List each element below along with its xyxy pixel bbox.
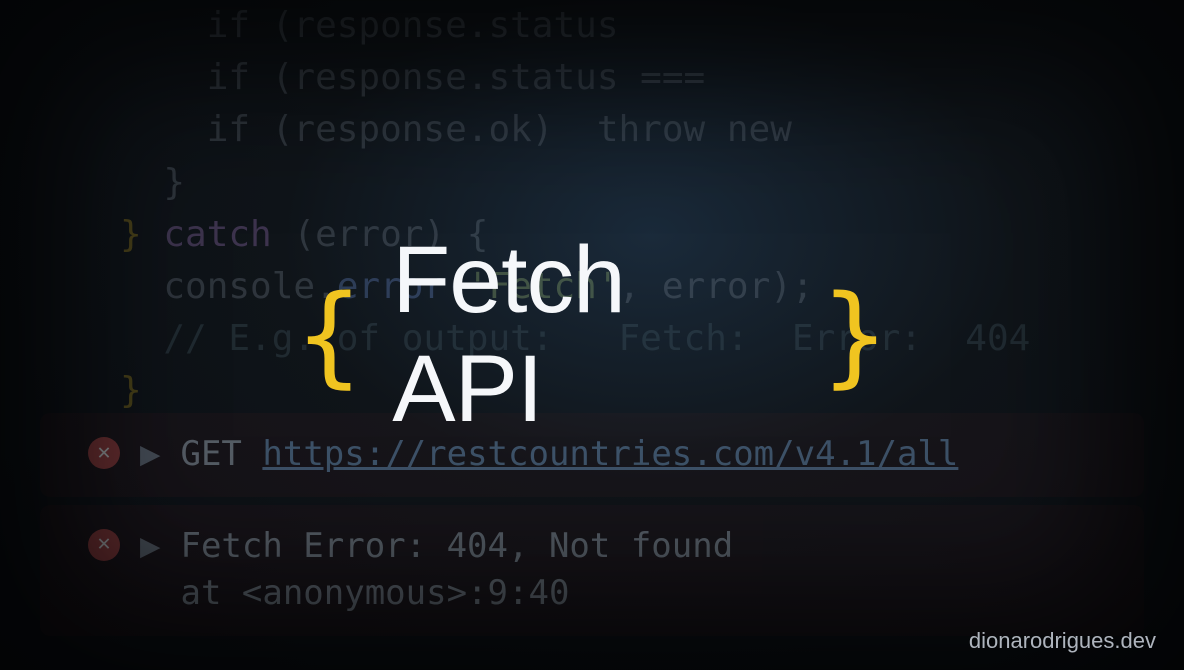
error-icon: ✕ <box>88 529 120 561</box>
expand-arrow-icon: ▶ <box>140 431 160 479</box>
watermark: dionarodrigues.dev <box>969 628 1156 654</box>
code-line: if (response.ok) throw new <box>120 104 1064 156</box>
main-title: Fetch API <box>392 226 792 444</box>
hero-title: { Fetch API } <box>296 226 888 444</box>
code-line: } <box>120 157 1064 209</box>
error-icon: ✕ <box>88 437 120 469</box>
code-line: if (response.status <box>120 0 1064 52</box>
console-message: Fetch Error: 404, Not found at <anonymou… <box>180 523 733 618</box>
expand-arrow-icon: ▶ <box>140 523 160 571</box>
left-brace: { <box>296 271 362 399</box>
console-error-row: ✕ ▶ Fetch Error: 404, Not found at <anon… <box>40 505 1144 636</box>
right-brace: } <box>822 271 888 399</box>
code-line: if (response.status === <box>120 52 1064 104</box>
